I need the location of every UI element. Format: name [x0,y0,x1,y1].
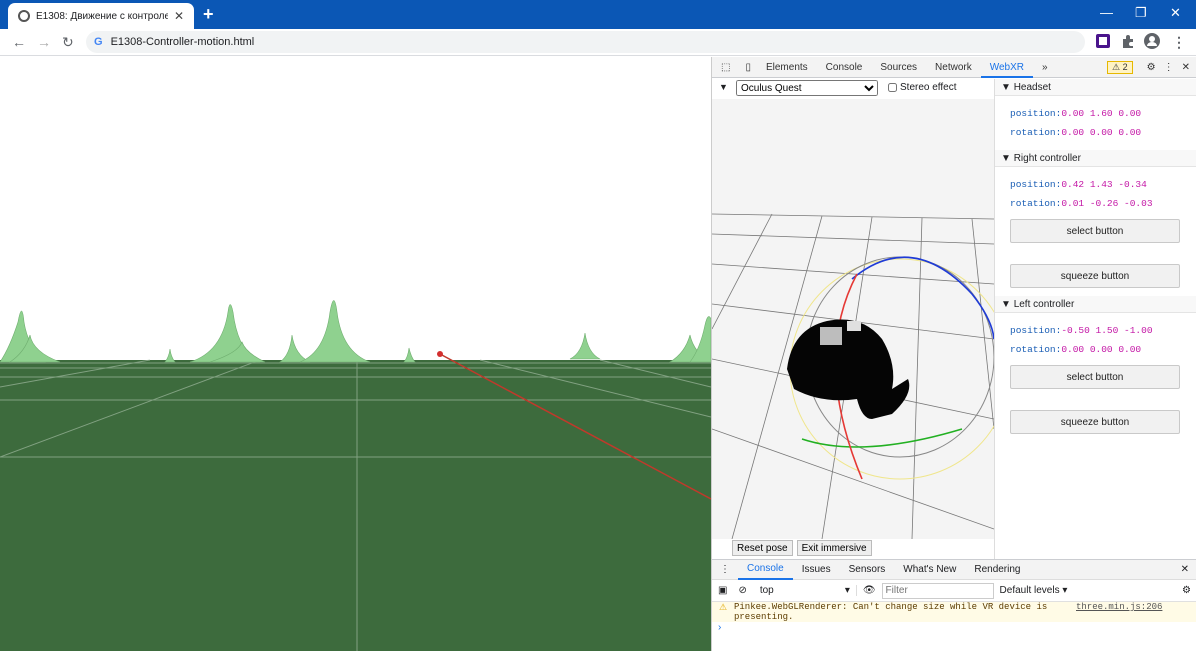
globe-icon [18,10,30,22]
maximize-icon[interactable]: ❐ [1135,5,1147,21]
google-icon: G [94,36,103,48]
collapse-icon[interactable]: ▼ [719,82,728,92]
sidebar-toggle-icon[interactable]: ▣ [712,585,733,596]
tab-title: E1308: Движение с контролер [36,10,168,22]
drawer-tab-issues[interactable]: Issues [793,559,840,580]
puzzle-icon[interactable] [1120,33,1136,49]
title-bar: E1308: Движение с контролер ✕ + — ❐ ✕ [0,0,1196,29]
device-select[interactable]: Oculus Quest [736,80,878,96]
right-rotation-label: rotation: [1010,198,1062,209]
forward-icon[interactable]: → [37,34,51,50]
right-squeeze-button[interactable]: squeeze button [1010,264,1180,288]
section-right-controller[interactable]: ▼ Right controller [995,150,1196,167]
pose-buttons: Reset pose Exit immersive [732,540,872,556]
extension-icon[interactable] [1095,33,1111,49]
stereo-toggle[interactable]: Stereo effect [888,82,957,93]
tab-console[interactable]: Console [817,57,872,78]
drawer-menu-icon[interactable]: ⋮ [712,564,738,575]
controls-panel: ▼ Headset position:0.00 1.60 0.00 rotati… [994,79,1196,559]
headset-position-value[interactable]: 0.00 1.60 0.00 [1061,108,1141,119]
drawer-tabbar: ⋮ Console Issues Sensors What's New Rend… [712,560,1196,580]
more-tabs-icon[interactable]: » [1033,57,1057,78]
close-drawer-icon[interactable]: ✕ [1181,564,1189,575]
tab-network[interactable]: Network [926,57,981,78]
stereo-label: Stereo effect [900,82,957,93]
back-icon[interactable]: ← [12,34,26,50]
close-tab-icon[interactable]: ✕ [174,9,184,23]
right-position-label: position: [1010,179,1062,190]
headset-title: Headset [1013,82,1051,93]
inspect-icon[interactable]: ⬚ [712,57,739,78]
minimize-icon[interactable]: — [1100,5,1113,20]
console-prompt[interactable]: › [712,622,1196,636]
webxr-toolbar: ▼ Oculus Quest Stereo effect [712,79,994,99]
console-toolbar: ▣ ⊘ top▾ 👁 Default levels ▾ ⚙ [712,580,1196,602]
device-3d-view[interactable] [712,99,994,539]
tab-webxr[interactable]: WebXR [980,57,1034,78]
console-filter-input[interactable] [881,582,994,599]
left-position-label: position: [1010,325,1062,336]
console-settings-icon[interactable]: ⚙ [1182,585,1191,596]
close-devtools-icon[interactable]: ✕ [1182,62,1190,73]
console-drawer: ⋮ Console Issues Sensors What's New Rend… [712,559,1196,651]
exit-immersive-button[interactable]: Exit immersive [796,540,872,556]
left-select-button[interactable]: select button [1010,365,1180,389]
section-headset[interactable]: ▼ Headset [995,79,1196,96]
left-rotation-label: rotation: [1010,344,1062,355]
headset-rotation-value[interactable]: 0.00 0.00 0.00 [1061,127,1141,138]
drawer-tab-sensors[interactable]: Sensors [840,559,895,580]
warning-text-2: presenting. [734,612,794,622]
menu-icon[interactable]: ⋮ [1172,34,1186,51]
context-select[interactable]: top ▾ [752,585,857,596]
right-controller-title: Right controller [1013,153,1081,164]
tab-sources[interactable]: Sources [871,57,926,78]
clear-console-icon[interactable]: ⊘ [733,585,751,596]
right-select-button[interactable]: select button [1010,219,1180,243]
log-levels-select[interactable]: Default levels ▾ [1000,585,1140,596]
url-text: E1308-Controller-motion.html [110,36,255,48]
address-bar[interactable]: G E1308-Controller-motion.html [86,31,1085,53]
headset-model [787,319,910,419]
right-rotation-value[interactable]: 0.01 -0.26 -0.03 [1061,198,1152,209]
settings-icon[interactable]: ⚙ [1147,62,1156,73]
left-position-value[interactable]: -0.50 1.50 -1.00 [1061,325,1152,336]
warning-icon: ⚠ [719,603,728,613]
left-rotation-value[interactable]: 0.00 0.00 0.00 [1061,344,1141,355]
warning-source-link[interactable]: three.min.js:206 [1076,602,1162,612]
tab-elements[interactable]: Elements [757,57,817,78]
kebab-icon[interactable]: ⋮ [1164,62,1174,73]
headset-rotation-label: rotation: [1010,127,1062,138]
section-left-controller[interactable]: ▼ Left controller [995,296,1196,313]
webxr-scene[interactable] [0,57,711,651]
drawer-tab-console[interactable]: Console [738,560,793,580]
eye-icon[interactable]: 👁 [857,585,882,596]
reload-icon[interactable]: ↻ [62,34,74,51]
profile-icon[interactable] [1144,33,1160,49]
left-squeeze-button[interactable]: squeeze button [1010,410,1180,434]
close-window-icon[interactable]: ✕ [1170,5,1181,21]
context-value: top [759,585,774,596]
devtools-tabbar: ⬚ ▯ Elements Console Sources Network Web… [712,57,1196,78]
ray-pointer [437,351,443,357]
scene-canvas [0,57,711,651]
new-tab-button[interactable]: + [203,4,214,25]
right-position-value[interactable]: 0.42 1.43 -0.34 [1061,179,1147,190]
console-warning: ⚠ Pinkee.WebGLRenderer: Can't change siz… [712,602,1196,622]
reset-pose-button[interactable]: Reset pose [732,540,793,556]
devtools-panel: ⬚ ▯ Elements Console Sources Network Web… [711,57,1196,651]
browser-tab[interactable]: E1308: Движение с контролер ✕ [8,3,194,29]
device-render [712,213,994,539]
stereo-checkbox[interactable] [888,83,897,92]
drawer-tab-whats-new[interactable]: What's New [894,559,965,580]
headset-position-label: position: [1010,108,1062,119]
left-controller-title: Left controller [1013,299,1075,310]
browser-toolbar: ← → ↻ G E1308-Controller-motion.html ⋮ [0,29,1196,56]
warning-badge[interactable]: ⚠ 2 [1107,60,1133,74]
drawer-tab-rendering[interactable]: Rendering [965,559,1029,580]
warning-count: 2 [1122,61,1128,72]
device-toggle-icon[interactable]: ▯ [739,57,757,78]
